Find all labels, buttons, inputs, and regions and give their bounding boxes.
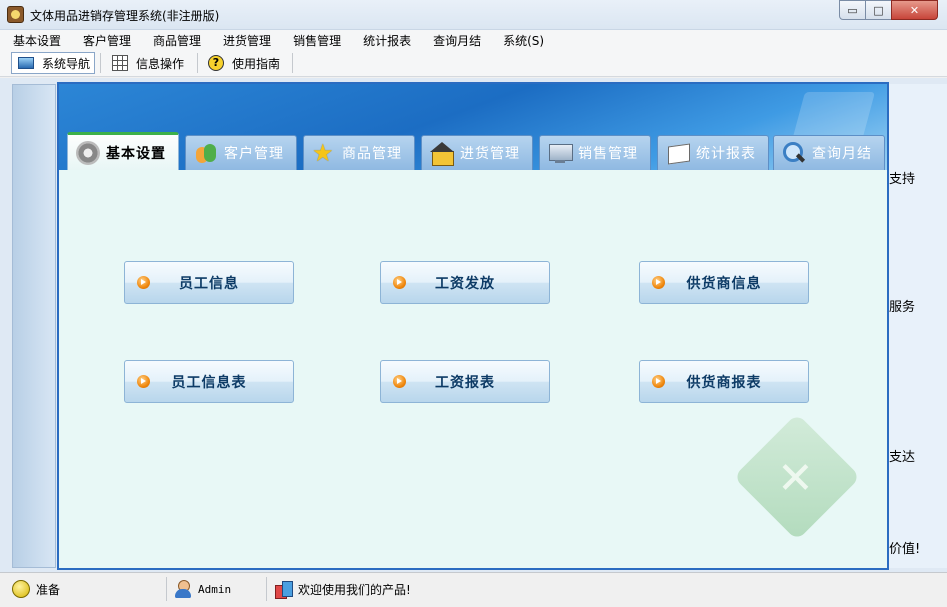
tab-content: 员工信息 工资发放 供货商信息 员工信息表 工资报表 供货商报表 ✕: [59, 170, 887, 568]
user-segment: Admin: [174, 577, 231, 601]
menu-bar: 基本设置 客户管理 商品管理 进货管理 销售管理 统计报表 查询月结 系统(S): [0, 30, 947, 49]
menu-sales-management[interactable]: 销售管理: [280, 30, 350, 49]
system-navigation-button[interactable]: 系统导航: [11, 52, 95, 74]
app-icon: [7, 6, 24, 23]
tab-label: 基本设置: [106, 145, 166, 162]
menu-system[interactable]: 系统(S): [490, 30, 553, 49]
status-segment: 准备: [12, 577, 60, 601]
menu-basic-settings[interactable]: 基本设置: [0, 30, 70, 49]
tab-purchase-management[interactable]: 进货管理: [421, 135, 533, 170]
arrow-right-icon: [393, 276, 406, 289]
maximize-icon: □: [873, 3, 884, 17]
status-text: 准备: [36, 582, 61, 597]
arrow-right-icon: [393, 375, 406, 388]
statusbar-divider: [266, 577, 267, 601]
employee-info-button[interactable]: 员工信息: [124, 261, 294, 304]
arrow-right-icon: [137, 375, 150, 388]
left-side-panel: [12, 84, 56, 568]
product-icon: [274, 580, 293, 599]
button-label: 员工信息: [179, 275, 239, 292]
maximize-button[interactable]: □: [865, 0, 892, 20]
salary-report-button[interactable]: 工资报表: [380, 360, 550, 403]
message-segment: 欢迎使用我们的产品!: [274, 577, 411, 601]
right-panel-text: 价值!: [889, 542, 921, 557]
system-navigation-label: 系统导航: [42, 56, 91, 71]
right-panel-text: 支持: [889, 172, 916, 187]
tab-label: 进货管理: [460, 146, 520, 162]
window-title: 文体用品进销存管理系统(非注册版): [30, 9, 220, 23]
tab-statistics-reports[interactable]: 统计报表: [657, 135, 769, 170]
help-icon: ?: [208, 55, 224, 71]
info-operation-button[interactable]: 信息操作: [112, 52, 184, 74]
toolbar: 系统导航 信息操作 ? 使用指南: [0, 49, 947, 77]
tab-customer-management[interactable]: 客户管理: [185, 135, 297, 170]
menu-statistics-reports[interactable]: 统计报表: [350, 30, 420, 49]
right-panel-text: 服务: [889, 300, 916, 315]
title-bar: 文体用品进销存管理系统(非注册版) ▭ □ ✕: [0, 0, 947, 30]
close-button[interactable]: ✕: [891, 0, 938, 20]
button-label: 工资发放: [435, 275, 495, 292]
star-icon: ★: [312, 139, 335, 167]
info-operation-label: 信息操作: [136, 56, 185, 71]
user-guide-label: 使用指南: [232, 56, 281, 71]
wrench-icon: ✕: [777, 453, 814, 504]
grid-icon: [112, 55, 128, 71]
monitor-icon: [548, 141, 573, 165]
user-guide-button[interactable]: ? 使用指南: [208, 52, 280, 74]
gear-icon: [76, 140, 100, 165]
current-user: Admin: [198, 582, 232, 596]
main-area: 支持 服务 支达 价值! 基本设置 客户管理 ★ 商品管理 进货管理 销售管理 …: [0, 78, 947, 572]
minimize-icon: ▭: [847, 3, 858, 17]
navigation-tabs: 基本设置 客户管理 ★ 商品管理 进货管理 销售管理 统计报表 查询月结: [67, 132, 887, 170]
employee-info-table-button[interactable]: 员工信息表: [124, 360, 294, 403]
menu-query-monthly-close[interactable]: 查询月结: [420, 30, 490, 49]
minimize-button[interactable]: ▭: [839, 0, 866, 20]
supplier-report-button[interactable]: 供货商报表: [639, 360, 809, 403]
monitor-icon: [18, 57, 34, 69]
user-icon: [174, 580, 192, 598]
people-icon: [194, 141, 218, 165]
button-label: 供货商信息: [686, 275, 762, 292]
button-label: 供货商报表: [686, 374, 762, 391]
right-panel-text: 支达: [889, 450, 916, 465]
tab-label: 商品管理: [342, 146, 402, 162]
tab-basic-settings[interactable]: 基本设置: [67, 132, 179, 170]
tab-label: 查询月结: [812, 146, 872, 162]
tab-query-monthly-close[interactable]: 查询月结: [773, 135, 885, 170]
arrow-right-icon: [137, 276, 150, 289]
tab-product-management[interactable]: ★ 商品管理: [303, 135, 415, 170]
welcome-message: 欢迎使用我们的产品!: [298, 582, 411, 597]
salary-payment-button[interactable]: 工资发放: [380, 261, 550, 304]
right-side-panel: 支持 服务 支达 价值!: [888, 84, 947, 568]
menu-customer-management[interactable]: 客户管理: [70, 30, 140, 49]
button-label: 员工信息表: [171, 374, 247, 391]
house-icon: [430, 141, 454, 166]
tab-label: 销售管理: [578, 146, 638, 162]
arrow-right-icon: [652, 276, 665, 289]
status-bar: 准备 Admin 欢迎使用我们的产品!: [0, 572, 947, 607]
search-icon: [782, 141, 806, 165]
statusbar-divider: [166, 577, 167, 601]
navigation-panel: 基本设置 客户管理 ★ 商品管理 进货管理 销售管理 统计报表 查询月结 员工信…: [57, 82, 889, 570]
tab-sales-management[interactable]: 销售管理: [539, 135, 651, 170]
menu-purchase-management[interactable]: 进货管理: [210, 30, 280, 49]
menu-product-management[interactable]: 商品管理: [140, 30, 210, 49]
toolbar-separator: [197, 53, 198, 73]
tab-label: 统计报表: [696, 146, 756, 162]
close-icon: ✕: [909, 3, 920, 17]
arrow-right-icon: [652, 375, 665, 388]
supplier-info-button[interactable]: 供货商信息: [639, 261, 809, 304]
status-icon: [12, 580, 30, 598]
button-label: 工资报表: [435, 374, 495, 391]
book-icon: [666, 141, 690, 165]
toolbar-separator: [100, 53, 101, 73]
toolbar-separator: [292, 53, 293, 73]
tab-label: 客户管理: [224, 146, 284, 162]
